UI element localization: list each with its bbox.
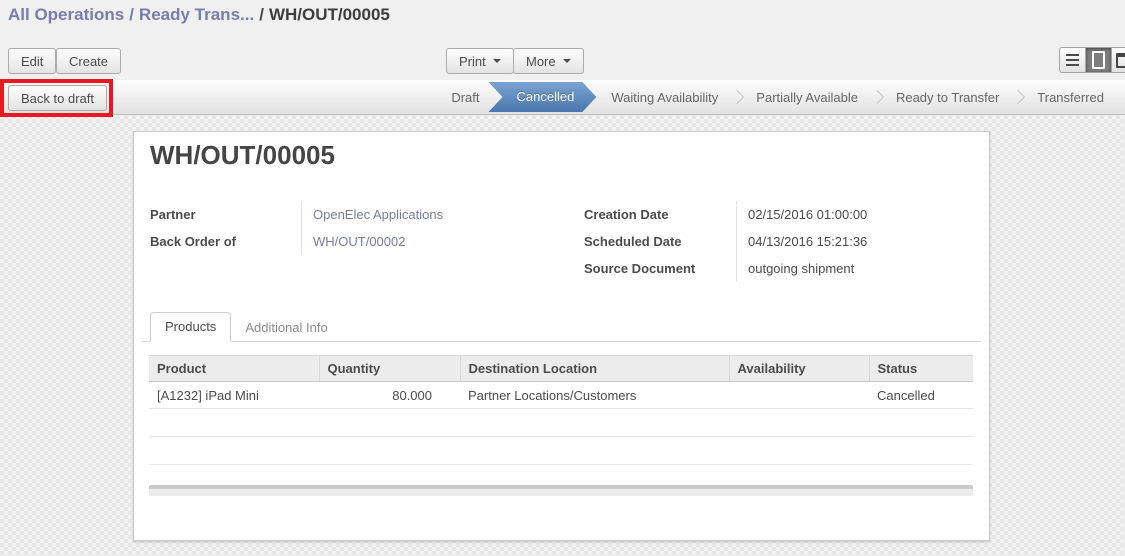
tab-products[interactable]: Products (150, 312, 231, 342)
scheduled-date-value: 04/13/2016 15:21:36 (737, 228, 867, 255)
cell-availability (729, 382, 869, 409)
print-button-label: Print (459, 54, 486, 69)
table-header-row: Product Quantity Destination Location Av… (149, 356, 973, 382)
edit-button[interactable]: Edit (8, 48, 56, 74)
column-header-destination-location: Destination Location (460, 356, 729, 382)
print-dropdown-button[interactable]: Print (446, 48, 514, 74)
status-step-draft: Draft (438, 90, 492, 105)
field-label-scheduled-date: Scheduled Date (584, 228, 736, 255)
list-view-icon (1066, 54, 1079, 66)
field-label-partner: Partner (150, 201, 301, 228)
field-label-back-order-of: Back Order of (150, 228, 301, 255)
caret-down-icon (563, 59, 571, 63)
chevron-right-icon (730, 90, 744, 104)
field-group-left: Partner Back Order of OpenElec Applicati… (150, 201, 443, 255)
tab-additional-info[interactable]: Additional Info (231, 314, 341, 342)
table-row[interactable]: [A1232] iPad Mini 80.000 Partner Locatio… (149, 382, 973, 409)
form-sheet: WH/OUT/00005 Partner Back Order of OpenE… (133, 131, 990, 541)
chevron-right-icon (870, 90, 884, 104)
empty-table-row (149, 409, 973, 437)
column-header-product: Product (149, 356, 319, 382)
breadcrumb-current: WH/OUT/00005 (269, 5, 390, 24)
page-title: WH/OUT/00005 (150, 140, 335, 171)
more-button-label: More (526, 54, 556, 69)
back-to-draft-button[interactable]: Back to draft (8, 85, 107, 111)
notebook-tabs: Products Additional Info (142, 313, 981, 342)
cell-status: Cancelled (869, 382, 973, 409)
field-label-creation-date: Creation Date (584, 201, 736, 228)
status-step-transferred: Transferred (1024, 90, 1117, 105)
status-step-cancelled: Cancelled (489, 82, 597, 112)
status-step-ready-to-transfer: Ready to Transfer (883, 90, 1012, 105)
view-switcher (1059, 47, 1125, 73)
column-header-quantity: Quantity (319, 356, 460, 382)
field-label-source-document: Source Document (584, 255, 736, 282)
cell-quantity: 80.000 (319, 382, 460, 409)
statusbar: Draft Cancelled Waiting Availability Par… (438, 80, 1117, 114)
column-header-status: Status (869, 356, 973, 382)
empty-table-row (149, 437, 973, 465)
calendar-view-icon (1116, 53, 1125, 68)
breadcrumb-link-ready-transfers[interactable]: Ready Trans... (139, 5, 254, 24)
breadcrumb-separator: / (124, 5, 139, 24)
calendar-view-button[interactable] (1111, 47, 1125, 73)
workflow-status-row: Back to draft Draft Cancelled Waiting Av… (0, 80, 1125, 115)
caret-down-icon (493, 59, 501, 63)
products-table: Product Quantity Destination Location Av… (149, 355, 973, 465)
form-view-icon (1092, 51, 1105, 69)
partner-link[interactable]: OpenElec Applications (313, 207, 443, 222)
odoo-inventory-transfer-page: All Operations/Ready Trans.../WH/OUT/000… (0, 0, 1125, 556)
breadcrumb-link-all-operations[interactable]: All Operations (8, 5, 124, 24)
horizontal-scrollbar[interactable] (149, 485, 973, 496)
breadcrumb-separator: / (254, 5, 269, 24)
back-order-link[interactable]: WH/OUT/00002 (313, 234, 405, 249)
status-step-partially-available: Partially Available (743, 90, 871, 105)
list-view-button[interactable] (1059, 47, 1086, 73)
create-button[interactable]: Create (56, 48, 121, 74)
creation-date-value: 02/15/2016 01:00:00 (737, 201, 867, 228)
cell-product: [A1232] iPad Mini (149, 382, 319, 409)
source-document-value: outgoing shipment (737, 255, 867, 282)
chevron-right-icon (1011, 90, 1025, 104)
top-toolbar: All Operations/Ready Trans.../WH/OUT/000… (0, 0, 1125, 115)
more-dropdown-button[interactable]: More (513, 48, 584, 74)
content-area: WH/OUT/00005 Partner Back Order of OpenE… (0, 115, 1125, 556)
column-header-availability: Availability (729, 356, 869, 382)
status-step-waiting-availability: Waiting Availability (598, 90, 731, 105)
cell-destination-location: Partner Locations/Customers (460, 382, 729, 409)
breadcrumb: All Operations/Ready Trans.../WH/OUT/000… (8, 5, 390, 25)
field-group-right: Creation Date Scheduled Date Source Docu… (584, 201, 867, 282)
form-view-button[interactable] (1085, 47, 1112, 73)
